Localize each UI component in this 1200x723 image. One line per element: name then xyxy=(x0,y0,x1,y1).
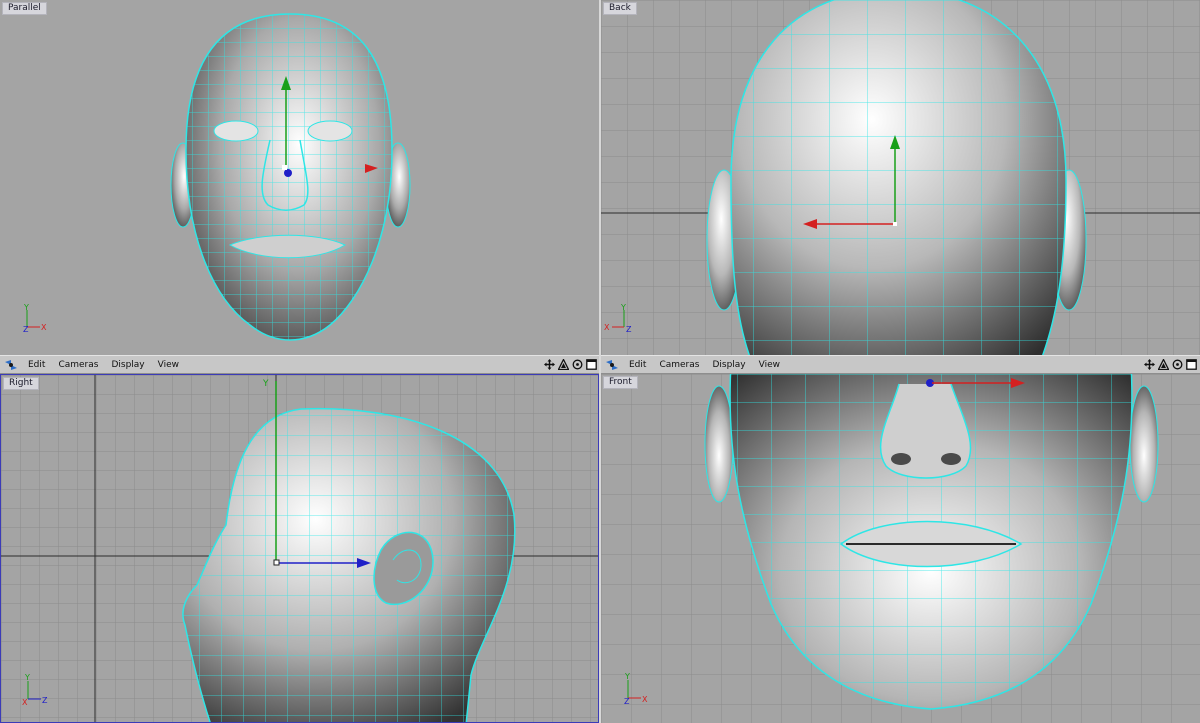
zoom-view-icon[interactable] xyxy=(1157,358,1170,371)
svg-text:Y: Y xyxy=(624,672,630,681)
menu-edit[interactable]: Edit xyxy=(23,360,53,370)
menu-cameras[interactable]: Cameras xyxy=(53,360,106,370)
zoom-view-icon[interactable] xyxy=(557,358,570,371)
viewport-label: Back xyxy=(603,2,637,15)
maximize-view-icon[interactable] xyxy=(1186,359,1197,370)
svg-text:X: X xyxy=(22,698,28,707)
axis-gizmo-icon: Y X Z xyxy=(23,303,47,334)
viewport-menubar-right: Edit Cameras Display View xyxy=(601,355,1200,374)
menu-display[interactable]: Display xyxy=(707,360,753,370)
viewport-parallel[interactable]: Parallel Y X Z xyxy=(0,0,599,355)
svg-text:Y: Y xyxy=(24,673,30,682)
menu-cameras[interactable]: Cameras xyxy=(654,360,707,370)
right-canvas: Y xyxy=(1,375,598,722)
maximize-view-icon[interactable] xyxy=(586,359,597,370)
front-canvas xyxy=(601,374,1200,723)
menu-edit[interactable]: Edit xyxy=(624,360,654,370)
cinema4d-icon[interactable] xyxy=(604,358,620,372)
parallel-canvas xyxy=(170,13,411,341)
viewport-label: Right xyxy=(3,377,39,390)
viewport-label: Parallel xyxy=(2,2,47,15)
view-tools xyxy=(544,358,600,371)
svg-text:Z: Z xyxy=(624,697,630,706)
move-view-icon[interactable] xyxy=(1144,359,1155,370)
viewport-front[interactable]: Front Y X Z xyxy=(601,374,1200,723)
axis-gizmo-icon: Y X Z xyxy=(22,673,48,707)
svg-text:X: X xyxy=(41,323,47,332)
svg-text:Y: Y xyxy=(262,379,269,389)
move-view-icon[interactable] xyxy=(544,359,555,370)
viewport-back[interactable]: Back Y X Z xyxy=(601,0,1200,355)
svg-text:Y: Y xyxy=(23,303,29,312)
axis-gizmo-icon: Y X Z xyxy=(624,672,648,706)
svg-text:Z: Z xyxy=(626,325,632,334)
viewport-menubar-left: Edit Cameras Display View xyxy=(0,355,600,374)
menu-view[interactable]: View xyxy=(754,360,788,370)
rotate-view-icon[interactable] xyxy=(1172,359,1183,370)
menu-display[interactable]: Display xyxy=(106,360,152,370)
viewport-divider[interactable] xyxy=(599,0,601,723)
svg-text:Z: Z xyxy=(42,696,48,705)
svg-text:X: X xyxy=(642,695,648,704)
menu-view[interactable]: View xyxy=(153,360,187,370)
rotate-view-icon[interactable] xyxy=(572,359,583,370)
viewport-right[interactable]: Y Right Y X Z xyxy=(0,374,599,723)
cinema4d-icon[interactable] xyxy=(3,358,19,372)
svg-text:Y: Y xyxy=(620,303,626,312)
back-canvas xyxy=(601,0,1200,355)
svg-text:X: X xyxy=(604,323,610,332)
svg-text:Z: Z xyxy=(23,325,29,334)
axis-gizmo-icon: Y X Z xyxy=(604,303,632,334)
viewport-label: Front xyxy=(603,376,638,389)
view-tools xyxy=(1144,358,1200,371)
